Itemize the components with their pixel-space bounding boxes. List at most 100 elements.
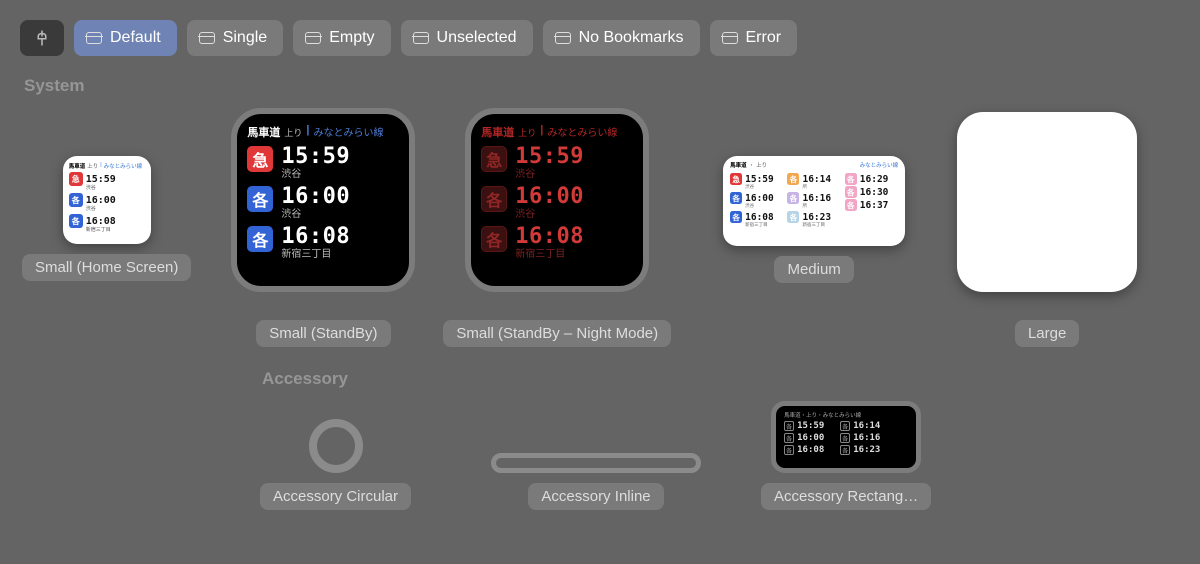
departure-time: 15:59 — [745, 174, 774, 185]
departure-time: 16:14 — [802, 174, 831, 185]
widget-header: 馬車道 上り | みなとみらい線 — [69, 162, 145, 170]
slot-accessory-inline: Accessory Inline — [491, 453, 701, 510]
widget-medium[interactable]: 馬車道・上り みなとみらい線 急 15:59 渋谷 各 16:00 渋谷 各 1… — [723, 156, 905, 246]
layout-icon — [305, 32, 321, 44]
train-type-tag: 急 — [481, 146, 507, 172]
train-type-tag: 各 — [481, 186, 507, 212]
caption-small-standby: Small (StandBy) — [256, 320, 390, 347]
widget-row-accessory: Accessory Circular Accessory Inline 馬車道・… — [0, 393, 1200, 510]
layout-icon — [86, 32, 102, 44]
slot-medium: 馬車道・上り みなとみらい線 急 15:59 渋谷 各 16:00 渋谷 各 1… — [723, 156, 905, 283]
train-type-tag: 各 — [787, 192, 799, 204]
departure-time: 16:08 — [515, 226, 584, 248]
departure-row: 急 15:59 渋谷 — [247, 146, 397, 180]
departure-time: 16:16 — [802, 193, 831, 204]
pill-label: Single — [223, 29, 267, 47]
slot-small-home: 馬車道 上り | みなとみらい線 急 15:59 渋谷 各 16:00 渋谷 各… — [22, 156, 191, 281]
slot-large: Large — [957, 112, 1137, 347]
widget-row-system: 馬車道 上り | みなとみらい線 急 15:59 渋谷 各 16:00 渋谷 各… — [0, 100, 1200, 347]
train-type-tag: 各 — [787, 173, 799, 185]
train-type-tag: 各 — [845, 186, 857, 198]
scenario-pill-unselected[interactable]: Unselected — [401, 20, 533, 56]
train-type-tag: 各 — [787, 211, 799, 223]
pill-label: Empty — [329, 29, 374, 47]
section-title-accessory: Accessory — [0, 347, 1200, 393]
departure-time: 16:30 — [860, 187, 889, 198]
departure-time: 16:00 — [86, 195, 116, 206]
departure-time: 16:08 — [281, 226, 350, 248]
departure-row: 各 16:00 渋谷 — [481, 186, 631, 220]
departure-time: 16:00 — [797, 433, 824, 443]
widget-large[interactable] — [957, 112, 1137, 292]
train-type-tag: 各 — [784, 421, 794, 431]
destination: 渋谷 — [745, 203, 783, 209]
widget-small-standby[interactable]: 馬車道 上り | みなとみらい線 急 15:59 渋谷 各 16:00 渋谷 — [231, 108, 415, 292]
scenario-pill-empty[interactable]: Empty — [293, 20, 390, 56]
caption-accessory-inline: Accessory Inline — [528, 483, 663, 510]
layout-icon — [199, 32, 215, 44]
departure-time: 16:29 — [860, 174, 889, 185]
scenario-pill-error[interactable]: Error — [710, 20, 798, 56]
slot-small-standby-night: 馬車道 上り | みなとみらい線 急 15:59 渋谷 各 16:00 渋谷 — [443, 108, 671, 347]
destination: 新宿三丁目 — [515, 250, 584, 260]
destination: 渋谷 — [281, 210, 350, 220]
departure-time: 16:23 — [802, 212, 831, 223]
caption-medium: Medium — [774, 256, 853, 283]
departure-time: 16:00 — [281, 186, 350, 208]
departure-time: 16:00 — [745, 193, 774, 204]
train-type-tag: 各 — [69, 214, 83, 228]
train-type-tag: 各 — [247, 186, 273, 212]
departure-time: 16:37 — [860, 200, 889, 211]
layout-icon — [555, 32, 571, 44]
departure-time: 15:59 — [797, 421, 824, 431]
widget-accessory-circular[interactable] — [309, 419, 363, 473]
pill-label: Unselected — [437, 29, 517, 47]
train-type-tag: 各 — [784, 433, 794, 443]
destination: 新宿三丁目 — [86, 226, 145, 233]
destination: 渋谷 — [515, 210, 584, 220]
departure-row: 各16:08各16:23 — [784, 445, 908, 455]
caption-small-standby-night: Small (StandBy – Night Mode) — [443, 320, 671, 347]
toolbar: Default Single Empty Unselected No Bookm… — [0, 0, 1200, 64]
pin-button[interactable] — [20, 20, 64, 56]
train-type-tag: 各 — [840, 421, 850, 431]
scenario-pill-no-bookmarks[interactable]: No Bookmarks — [543, 20, 700, 56]
scenario-pill-single[interactable]: Single — [187, 20, 283, 56]
departure-row: 各 16:37 — [845, 199, 898, 211]
departure-time: 15:59 — [281, 146, 350, 168]
widget-header: 馬車道・上り みなとみらい線 — [730, 161, 898, 169]
widget-header: 馬車道 上り | みなとみらい線 — [481, 124, 631, 140]
destination: 渋谷 — [86, 184, 145, 191]
destination: 新宿三丁目 — [281, 250, 350, 260]
widget-accessory-rectangular[interactable]: 馬車道・上り・みなとみらい線 各15:59各16:14 各16:00各16:16… — [771, 401, 921, 473]
train-type-tag: 急 — [247, 146, 273, 172]
train-type-tag: 各 — [840, 433, 850, 443]
pill-label: Error — [746, 29, 782, 47]
scenario-pill-default[interactable]: Default — [74, 20, 177, 56]
train-type-tag: 急 — [69, 172, 83, 186]
departure-time: 15:59 — [86, 174, 116, 185]
departure-row: 急 15:59 渋谷 — [481, 146, 631, 180]
train-type-tag: 各 — [69, 193, 83, 207]
departure-row: 各15:59各16:14 — [784, 421, 908, 431]
layout-icon — [413, 32, 429, 44]
train-type-tag: 各 — [845, 199, 857, 211]
caption-accessory-rectangular: Accessory Rectang… — [761, 483, 931, 510]
departure-time: 16:16 — [853, 433, 880, 443]
widget-accessory-inline[interactable] — [491, 453, 701, 473]
departure-row: 各 16:08 新宿三丁目 — [247, 226, 397, 260]
departure-row: 各16:00各16:16 — [784, 433, 908, 443]
caption-large: Large — [1015, 320, 1079, 347]
widget-small-standby-night[interactable]: 馬車道 上り | みなとみらい線 急 15:59 渋谷 各 16:00 渋谷 — [465, 108, 649, 292]
widget-header: 馬車道 上り | みなとみらい線 — [247, 124, 397, 140]
layout-icon — [722, 32, 738, 44]
widget-small-home[interactable]: 馬車道 上り | みなとみらい線 急 15:59 渋谷 各 16:00 渋谷 各… — [63, 156, 151, 244]
section-title-system: System — [0, 64, 1200, 100]
destination: 渋谷 — [281, 170, 350, 180]
train-type-tag: 各 — [845, 173, 857, 185]
caption-accessory-circular: Accessory Circular — [260, 483, 411, 510]
pill-label: Default — [110, 29, 161, 47]
destination: 所 — [802, 184, 840, 190]
destination: 所 — [802, 203, 840, 209]
train-type-tag: 急 — [730, 173, 742, 185]
